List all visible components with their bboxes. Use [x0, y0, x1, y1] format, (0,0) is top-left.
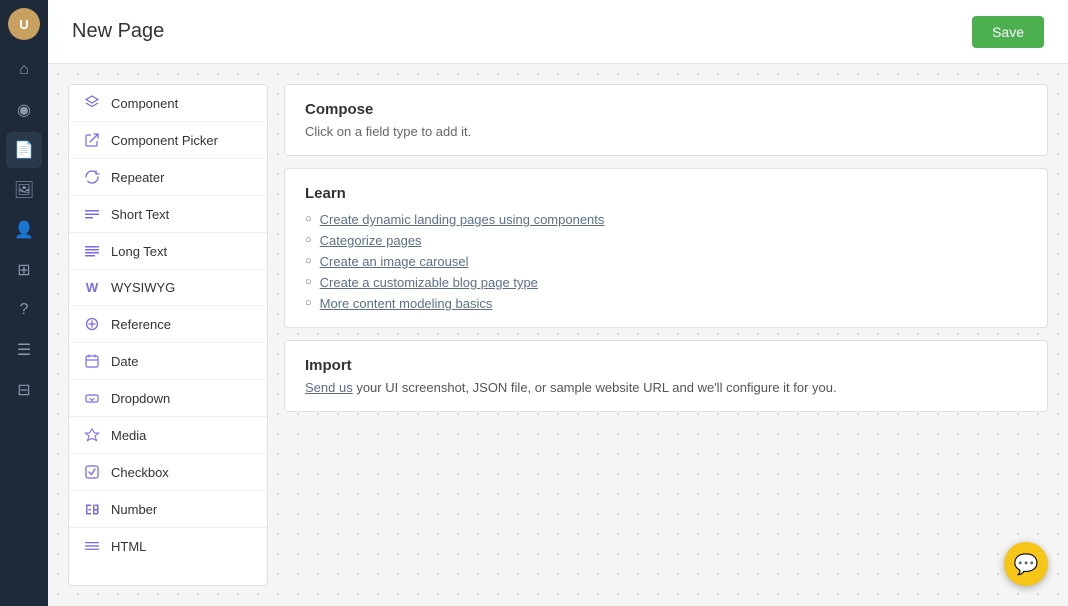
number-label: Number	[111, 502, 157, 517]
dropdown-label: Dropdown	[111, 391, 170, 406]
send-us-link[interactable]: Send us	[305, 380, 353, 395]
date-icon	[83, 353, 101, 369]
learn-list: Create dynamic landing pages using compo…	[305, 212, 1027, 311]
page-header: New Page Save	[48, 0, 1068, 64]
learn-list-item: Create a customizable blog page type	[305, 275, 1027, 290]
component-picker-label: Component Picker	[111, 133, 218, 148]
component-item-date[interactable]: Date	[69, 343, 267, 380]
import-text: Send us your UI screenshot, JSON file, o…	[305, 380, 1027, 395]
chat-button[interactable]: 💬	[1004, 542, 1048, 586]
short-text-icon	[83, 206, 101, 222]
wysiwyg-label: WYSIWYG	[111, 280, 175, 295]
sidebar-item-notes[interactable]: ☰	[6, 332, 42, 368]
component-item-repeater[interactable]: Repeater	[69, 159, 267, 196]
component-panel: Component Component Picker	[68, 84, 268, 586]
component-item-media[interactable]: Media	[69, 417, 267, 454]
learn-list-item: Create dynamic landing pages using compo…	[305, 212, 1027, 227]
reference-label: Reference	[111, 317, 171, 332]
sidebar-item-layers[interactable]: ⊞	[6, 252, 42, 288]
media-label: Media	[111, 428, 146, 443]
component-item-dropdown[interactable]: Dropdown	[69, 380, 267, 417]
import-description: your UI screenshot, JSON file, or sample…	[353, 380, 837, 395]
long-text-label: Long Text	[111, 244, 167, 259]
content-area: Component Component Picker	[48, 64, 1068, 606]
component-item-reference[interactable]: Reference	[69, 306, 267, 343]
sidebar: U ⌂ ◉ 📄 🖼 👤 ⊞ ? ☰ ⊟	[0, 0, 48, 606]
learn-list-item: More content modeling basics	[305, 296, 1027, 311]
component-item-component[interactable]: Component	[69, 85, 267, 122]
compose-card: Compose Click on a field type to add it.	[284, 84, 1048, 156]
picker-icon	[83, 132, 101, 148]
component-item-wysiwyg[interactable]: W WYSIWYG	[69, 270, 267, 306]
learn-link-3[interactable]: Create an image carousel	[320, 254, 469, 269]
media-icon	[83, 427, 101, 443]
component-item-picker[interactable]: Component Picker	[69, 122, 267, 159]
learn-list-item: Create an image carousel	[305, 254, 1027, 269]
avatar[interactable]: U	[8, 8, 40, 40]
checkbox-label: Checkbox	[111, 465, 169, 480]
main-area: New Page Save Component	[48, 0, 1068, 606]
sidebar-item-analytics[interactable]: ◉	[6, 92, 42, 128]
sidebar-item-stack[interactable]: ⊟	[6, 372, 42, 408]
short-text-label: Short Text	[111, 207, 169, 222]
component-item-short-text[interactable]: Short Text	[69, 196, 267, 233]
learn-link-5[interactable]: More content modeling basics	[320, 296, 493, 311]
layers-icon	[83, 95, 101, 111]
date-label: Date	[111, 354, 138, 369]
component-item-html[interactable]: HTML	[69, 528, 267, 564]
import-card: Import Send us your UI screenshot, JSON …	[284, 340, 1048, 412]
import-title: Import	[305, 357, 1027, 374]
long-text-icon	[83, 243, 101, 259]
save-button[interactable]: Save	[972, 16, 1044, 48]
right-panel: Compose Click on a field type to add it.…	[284, 84, 1048, 586]
sidebar-item-document[interactable]: 📄	[6, 132, 42, 168]
html-label: HTML	[111, 539, 146, 554]
learn-link-2[interactable]: Categorize pages	[320, 233, 422, 248]
component-label: Component	[111, 96, 178, 111]
component-item-number[interactable]: Number	[69, 491, 267, 528]
sidebar-item-users[interactable]: 👤	[6, 212, 42, 248]
sidebar-item-image[interactable]: 🖼	[6, 172, 42, 208]
learn-card: Learn Create dynamic landing pages using…	[284, 168, 1048, 328]
compose-subtitle: Click on a field type to add it.	[305, 124, 1027, 139]
component-item-long-text[interactable]: Long Text	[69, 233, 267, 270]
learn-link-4[interactable]: Create a customizable blog page type	[320, 275, 538, 290]
learn-title: Learn	[305, 185, 1027, 202]
compose-title: Compose	[305, 101, 1027, 118]
checkbox-icon	[83, 464, 101, 480]
number-icon	[83, 501, 101, 517]
component-item-checkbox[interactable]: Checkbox	[69, 454, 267, 491]
page-title: New Page	[72, 20, 164, 43]
learn-link-1[interactable]: Create dynamic landing pages using compo…	[320, 212, 605, 227]
dropdown-icon	[83, 390, 101, 406]
sidebar-item-home[interactable]: ⌂	[6, 52, 42, 88]
reference-icon	[83, 316, 101, 332]
repeater-label: Repeater	[111, 170, 164, 185]
repeat-icon	[83, 169, 101, 185]
wysiwyg-icon: W	[83, 280, 101, 295]
html-icon	[83, 538, 101, 554]
sidebar-item-help[interactable]: ?	[6, 292, 42, 328]
learn-list-item: Categorize pages	[305, 233, 1027, 248]
